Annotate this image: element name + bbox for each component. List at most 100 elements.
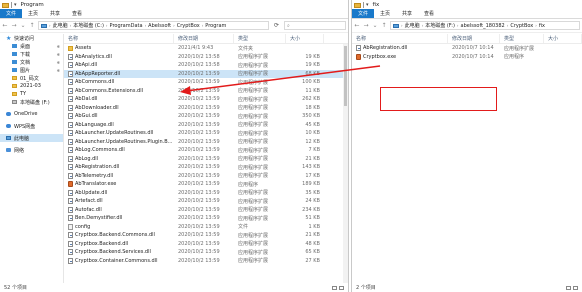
scrollbar-thumb[interactable] bbox=[344, 46, 347, 106]
file-row[interactable]: Cryptbox.Container.Commons.dll 2020/10/2 … bbox=[64, 257, 348, 266]
breadcrumb-segment[interactable]: CryptBox bbox=[510, 23, 533, 29]
breadcrumb-segment[interactable]: fix bbox=[539, 23, 545, 29]
chevron-right-icon[interactable]: › bbox=[145, 23, 147, 28]
column-name[interactable]: 名称 bbox=[64, 34, 174, 43]
forward-arrow-icon[interactable]: → bbox=[363, 22, 369, 29]
file-row[interactable]: AbTelemetry.dll 2020/10/2 13:59 应用程序扩展 17 K… bbox=[64, 172, 348, 181]
chevron-right-icon[interactable]: › bbox=[202, 23, 204, 28]
file-row[interactable]: AbRegistration.dll 2020/10/2 13:59 应用程序扩展 1… bbox=[64, 163, 348, 172]
tab-file[interactable]: 文件 bbox=[0, 9, 23, 18]
column-type[interactable]: 类型 bbox=[500, 34, 544, 43]
breadcrumb-segment[interactable]: 此电脑 bbox=[405, 22, 420, 29]
chevron-right-icon[interactable]: › bbox=[457, 23, 459, 28]
file-row[interactable]: AbRegistration.dll 2020/10/7 10:14 应用程序扩展 bbox=[352, 44, 582, 53]
address-bar[interactable]: › 此电脑 › 本地磁盘 (C:) › ProgramData › Abelssoft › Cry… bbox=[38, 21, 269, 30]
details-view-icon[interactable] bbox=[332, 285, 337, 290]
chevron-down-icon[interactable]: ▾ bbox=[366, 2, 369, 8]
file-row[interactable]: AbAnalytics.dll 2020/10/2 13:58 应用程序扩展 19 K… bbox=[64, 53, 348, 62]
nav-item[interactable]: TY bbox=[0, 90, 63, 98]
file-row[interactable]: AbTranslator.exe 2020/10/2 13:59 应用程序 189 K… bbox=[64, 180, 348, 189]
refresh-icon[interactable]: ⟳ bbox=[272, 22, 281, 29]
nav-item[interactable]: ★ 快速访问 bbox=[0, 34, 63, 42]
vertical-scrollbar[interactable] bbox=[343, 44, 348, 283]
file-row[interactable]: AbCommons.dll 2020/10/2 13:59 应用程序扩展 100 KB bbox=[64, 78, 348, 87]
file-row[interactable]: AbLog.Commons.dll 2020/10/2 13:59 应用程序扩展 7 … bbox=[64, 146, 348, 155]
breadcrumb-segment[interactable]: 本地磁盘 (C:) bbox=[73, 22, 104, 29]
file-row[interactable]: Ben.Demystifier.dll 2020/10/2 13:59 应用程序扩展… bbox=[64, 214, 348, 223]
nav-item[interactable]: WPS网盘 bbox=[0, 122, 63, 130]
nav-item[interactable]: 2021-03 bbox=[0, 82, 63, 90]
file-row[interactable]: AbLanguage.dll 2020/10/2 13:59 应用程序扩展 45 KB bbox=[64, 121, 348, 130]
breadcrumb-segment[interactable]: Program bbox=[205, 23, 226, 29]
tab-view[interactable]: 查看 bbox=[66, 9, 88, 18]
up-arrow-icon[interactable]: ↑ bbox=[29, 22, 35, 29]
chevron-right-icon[interactable]: › bbox=[535, 23, 537, 28]
nav-item[interactable]: 01_码文 bbox=[0, 74, 63, 82]
back-arrow-icon[interactable]: ← bbox=[2, 22, 8, 29]
details-view-icon[interactable] bbox=[566, 285, 571, 290]
file-row[interactable]: AbLog.dll 2020/10/2 13:59 应用程序扩展 21 KB bbox=[64, 155, 348, 164]
column-date[interactable]: 修改日期 bbox=[448, 34, 500, 43]
file-row[interactable]: Cryptbox.Backend.dll 2020/10/2 13:59 应用程序扩… bbox=[64, 240, 348, 249]
tab-share[interactable]: 共享 bbox=[396, 9, 418, 18]
chevron-right-icon[interactable]: › bbox=[49, 23, 51, 28]
column-size[interactable]: 大小 bbox=[286, 34, 324, 43]
tab-home[interactable]: 主页 bbox=[22, 9, 44, 18]
file-row[interactable]: AbGui.dll 2020/10/2 13:59 应用程序扩展 350 KB bbox=[64, 112, 348, 121]
file-row[interactable]: Cryptbox.Backend.Services.dll 2020/10/2 1… bbox=[64, 248, 348, 257]
file-row[interactable]: config 2020/10/2 13:59 文件 1 KB bbox=[64, 223, 348, 232]
tab-home[interactable]: 主页 bbox=[374, 9, 396, 18]
column-date[interactable]: 修改日期 bbox=[174, 34, 234, 43]
up-arrow-icon[interactable]: ↑ bbox=[381, 22, 387, 29]
forward-arrow-icon[interactable]: → bbox=[11, 22, 17, 29]
tab-file[interactable]: 文件 bbox=[352, 9, 375, 18]
tab-view[interactable]: 查看 bbox=[418, 9, 440, 18]
breadcrumb-segment[interactable]: 此电脑 bbox=[53, 22, 68, 29]
file-row[interactable]: AbCommons.Extensions.dll 2020/10/2 13:59 应… bbox=[64, 87, 348, 96]
breadcrumb-segment[interactable]: ProgramData bbox=[110, 23, 143, 29]
file-row[interactable]: AbDal.dll 2020/10/2 13:59 应用程序扩展 262 KB bbox=[64, 95, 348, 104]
nav-item[interactable]: 下载 ✱ bbox=[0, 50, 63, 58]
address-bar[interactable]: › 此电脑 › 本地磁盘 (F:) › abelssoft_180382 › CryptBox… bbox=[390, 21, 580, 30]
breadcrumb-segment[interactable]: 本地磁盘 (F:) bbox=[425, 22, 455, 29]
nav-item[interactable]: 图片 ✱ bbox=[0, 66, 63, 74]
tiles-view-icon[interactable] bbox=[339, 285, 344, 290]
nav-item[interactable]: OneDrive bbox=[0, 110, 63, 118]
nav-item[interactable]: 本地磁盘 (F:) bbox=[0, 98, 63, 106]
tiles-view-icon[interactable] bbox=[573, 285, 578, 290]
file-row[interactable]: Artefact.dll 2020/10/2 13:59 应用程序扩展 24 KB bbox=[64, 197, 348, 206]
recent-chevron-icon[interactable]: ⌄ bbox=[20, 22, 26, 29]
breadcrumb-segment[interactable]: abelssoft_180382 bbox=[461, 23, 505, 29]
file-row[interactable]: AbLauncher.UpdateRoutines.Plugin.B... 202… bbox=[64, 138, 348, 147]
nav-item[interactable]: 网络 bbox=[0, 146, 63, 154]
nav-item[interactable]: 此电脑 bbox=[0, 134, 63, 142]
chevron-right-icon[interactable]: › bbox=[422, 23, 424, 28]
search-input[interactable]: ⌕ bbox=[284, 21, 346, 30]
chevron-right-icon[interactable]: › bbox=[173, 23, 175, 28]
file-row[interactable]: AbLauncher.UpdateRoutines.dll 2020/10/2 1… bbox=[64, 129, 348, 138]
chevron-right-icon[interactable]: › bbox=[507, 23, 509, 28]
chevron-right-icon[interactable]: › bbox=[106, 23, 108, 28]
file-row[interactable]: AbAppReporter.dll 2020/10/2 13:59 应用程序扩展 68… bbox=[64, 69, 348, 78]
recent-chevron-icon[interactable]: ⌄ bbox=[372, 22, 378, 29]
tab-share[interactable]: 共享 bbox=[44, 9, 66, 18]
breadcrumb-segment[interactable]: Abelssoft bbox=[148, 23, 171, 29]
file-row[interactable]: Autofac.dll 2020/10/2 13:59 应用程序扩展 234 KB bbox=[64, 206, 348, 215]
file-rows: AbRegistration.dll 2020/10/7 10:14 应用程序扩展 C… bbox=[352, 44, 582, 61]
chevron-right-icon[interactable]: › bbox=[70, 23, 72, 28]
column-type[interactable]: 类型 bbox=[234, 34, 286, 43]
file-row[interactable]: AbDownloader.dll 2020/10/2 13:59 应用程序扩展 18 … bbox=[64, 104, 348, 113]
column-name[interactable]: 名称 bbox=[352, 34, 448, 43]
breadcrumb-segment[interactable]: CryptBox bbox=[177, 23, 200, 29]
file-row[interactable]: AbUpdate.dll 2020/10/2 13:59 应用程序扩展 35 KB bbox=[64, 189, 348, 198]
nav-item[interactable]: 桌面 ✱ bbox=[0, 42, 63, 50]
file-row[interactable]: Assets 2021/4/1 9:43 文件夹 bbox=[64, 44, 348, 53]
column-size[interactable]: 大小 bbox=[544, 34, 582, 43]
file-row[interactable]: Cryptbox.Backend.Commons.dll 2020/10/2 13… bbox=[64, 231, 348, 240]
file-row[interactable]: AbApi.dll 2020/10/2 13:58 应用程序扩展 19 KB bbox=[64, 61, 348, 70]
back-arrow-icon[interactable]: ← bbox=[354, 22, 360, 29]
file-row[interactable]: Cryptbox.exe 2020/10/7 10:14 应用程序 bbox=[352, 53, 582, 62]
chevron-down-icon[interactable]: ▾ bbox=[14, 2, 17, 8]
nav-item[interactable]: 文档 ✱ bbox=[0, 58, 63, 66]
chevron-right-icon[interactable]: › bbox=[401, 23, 403, 28]
